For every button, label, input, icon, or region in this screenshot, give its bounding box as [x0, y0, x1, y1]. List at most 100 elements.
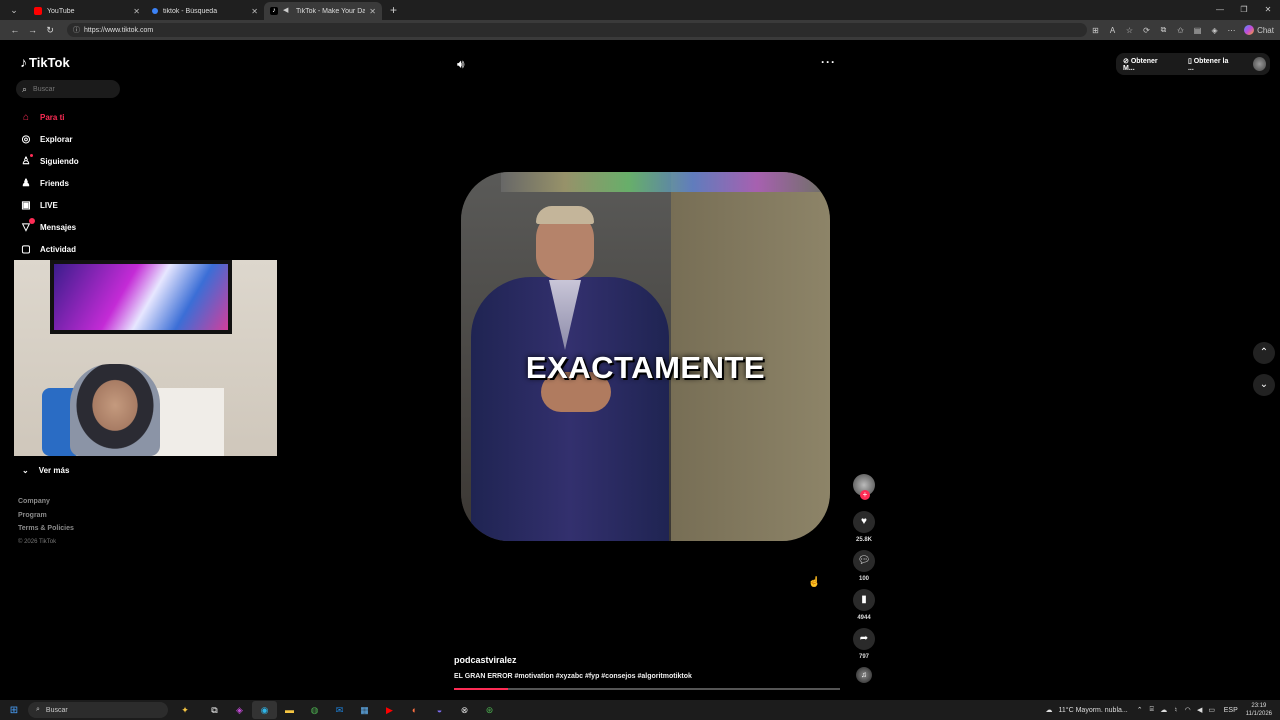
save-count: 4944 [857, 615, 871, 621]
copilot-sparkle-icon[interactable]: ✦ [168, 705, 202, 716]
video-progress-fill [454, 688, 509, 690]
unread-badge [29, 218, 35, 224]
mail-icon[interactable]: ✉ [327, 701, 352, 719]
tab-tiktok-search[interactable]: tiktok - Búsqueda ✕ [146, 2, 264, 20]
youtube-app-icon[interactable]: ▶ [377, 701, 402, 719]
close-window-icon[interactable]: ✕ [1256, 0, 1280, 20]
follow-plus-icon[interactable]: + [860, 490, 870, 500]
copilot-app-icon[interactable]: ◈ [227, 701, 252, 719]
edge-browser-icon[interactable]: ◉ [252, 701, 277, 719]
site-info-icon[interactable]: ⓘ [73, 25, 80, 35]
tiktok-logo[interactable]: ♪ TikTok [20, 54, 70, 70]
read-aloud-icon[interactable]: A [1104, 26, 1121, 35]
copilot-icon[interactable]: ◈ [1206, 26, 1223, 35]
taskbar-search[interactable]: ⌕ Buscar [28, 702, 168, 718]
sidebar-item-live[interactable]: ▣ LIVE [18, 194, 79, 216]
music-disc-icon[interactable]: ♫ [856, 667, 872, 683]
creator-avatar[interactable]: + [853, 474, 875, 500]
steam-icon[interactable]: ⊗ [452, 701, 477, 719]
video-glitch-band [501, 172, 821, 192]
speaker-icon[interactable]: ◀ [1194, 706, 1206, 714]
copilot-logo-icon [1244, 25, 1255, 35]
browser-tab-bar: ⌄ YouTube ✕ tiktok - Búsqueda ✕ ♪ ◀ TikT… [0, 0, 1280, 20]
footer-link-program[interactable]: Program [18, 512, 74, 526]
tab-actions-chevron-icon[interactable]: ⌄ [0, 0, 28, 20]
profile-avatar[interactable] [1252, 57, 1267, 71]
favorites-icon[interactable]: ✩ [1172, 26, 1189, 35]
battery-icon[interactable]: ▭ [1206, 706, 1218, 714]
like-heart-icon[interactable]: ♥ [853, 511, 875, 533]
weather-text[interactable]: 11°C Mayorm. nubla... [1059, 707, 1128, 714]
video-speaker-hair [536, 206, 594, 224]
live-icon: ▣ [21, 199, 31, 211]
collections-icon[interactable]: ▤ [1189, 26, 1206, 35]
see-more-button[interactable]: ⌄ Ver más [22, 466, 69, 475]
xbox-icon[interactable]: ⊛ [477, 701, 502, 719]
more-options-icon[interactable]: ··· [821, 55, 836, 69]
hand-cursor-icon: ☝ [808, 577, 821, 588]
url-text: https://www.tiktok.com [83, 26, 154, 34]
weather-cloud-icon[interactable]: ☁ [1046, 706, 1053, 714]
footer-link-company[interactable]: Company [18, 498, 74, 512]
windows-start-icon[interactable]: ⊞ [0, 705, 28, 716]
sidebar-item-friends[interactable]: ♟ Friends [18, 172, 79, 194]
bookmark-icon[interactable]: ▮ [853, 589, 875, 611]
forward-arrow-icon[interactable]: → [24, 25, 42, 35]
extensions-icon[interactable]: ⧉ [1155, 25, 1172, 35]
close-icon[interactable]: ✕ [251, 7, 258, 16]
sidebar-item-mensajes[interactable]: ▽ Mensajes [18, 216, 79, 238]
comment-icon[interactable]: 💬︎ [853, 550, 875, 572]
new-tab-plus-icon[interactable]: + [390, 3, 397, 17]
photos-icon[interactable]: ◐ [402, 701, 427, 719]
video-player[interactable]: EXACTAMENTE [461, 172, 830, 541]
video-author[interactable]: podcastviralez [454, 655, 517, 665]
favorite-star-icon[interactable]: ☆ [1121, 26, 1138, 35]
task-view-icon[interactable]: ⧉ [202, 701, 227, 719]
app-available-icon[interactable]: ⊞ [1087, 26, 1104, 35]
previous-video-chevron-up-icon[interactable]: ⌃ [1253, 342, 1275, 364]
volume-icon[interactable]: 🔊︎ [457, 57, 465, 72]
speaker-icon[interactable]: ◀ [283, 7, 291, 15]
copyright: © 2026 TikTok [18, 538, 57, 545]
sidebar-item-actividad[interactable]: ▢ Actividad [18, 238, 79, 260]
minimize-icon[interactable]: — [1208, 0, 1232, 20]
clock[interactable]: 23:19 11/1/2026 [1246, 702, 1272, 718]
footer-link-terms[interactable]: Terms & Policies [18, 525, 74, 539]
webcam-person [70, 364, 160, 456]
sidebar-item-para-ti[interactable]: ⌂ Para ti [18, 106, 79, 128]
get-app-button[interactable]: ▯ Obtener la ... [1188, 57, 1243, 72]
file-explorer-icon[interactable]: ▬ [277, 701, 302, 719]
store-icon[interactable]: ▦ [352, 701, 377, 719]
sidebar-item-siguiendo[interactable]: ♙ Siguiendo [18, 150, 79, 172]
tab-youtube[interactable]: YouTube ✕ [28, 2, 146, 20]
refresh-ext-icon[interactable]: ⟳ [1138, 26, 1155, 35]
url-field[interactable]: ⓘ https://www.tiktok.com [66, 23, 1088, 37]
more-menu-icon[interactable]: ⋯ [1223, 26, 1240, 35]
language-indicator[interactable]: ESP [1224, 707, 1238, 714]
close-icon[interactable]: ✕ [369, 7, 376, 16]
tray-chevron-up-icon[interactable]: ⌃ [1134, 706, 1146, 714]
share-arrow-icon[interactable]: ➦ [853, 628, 875, 650]
get-coins-button[interactable]: ⊘ Obtener M... [1123, 57, 1178, 72]
window-controls: — ❐ ✕ [1208, 0, 1280, 20]
chrome-icon[interactable]: ◍ [302, 701, 327, 719]
chat-button[interactable]: Chat [1244, 25, 1274, 35]
webcam-tv-screen [54, 264, 228, 330]
search-input[interactable] [33, 85, 104, 93]
tab-tiktok[interactable]: ♪ ◀ TikTok - Make Your Day ✕ [264, 2, 382, 20]
video-progress-bar[interactable] [454, 688, 840, 690]
search-box[interactable]: ⌕ [16, 80, 120, 98]
reload-icon[interactable]: ↻ [41, 25, 59, 36]
mic-icon[interactable]: ♮ [1170, 706, 1182, 714]
restore-icon[interactable]: ❐ [1232, 0, 1256, 20]
tab-title: YouTube [47, 7, 75, 15]
next-video-chevron-down-icon[interactable]: ⌄ [1253, 374, 1275, 396]
close-icon[interactable]: ✕ [133, 7, 140, 16]
wifi-icon[interactable]: ◠ [1182, 706, 1194, 714]
sidebar-nav: ⌂ Para ti ◎ Explorar ♙ Siguiendo ♟ Frien… [18, 106, 79, 260]
sidebar-item-explorar[interactable]: ◎ Explorar [18, 128, 79, 150]
cloud-icon[interactable]: ☁ [1158, 706, 1170, 714]
back-arrow-icon[interactable]: ← [6, 25, 24, 35]
discord-icon[interactable]: ◒ [427, 701, 452, 719]
network-icon[interactable]: ⌸ [1146, 706, 1158, 714]
